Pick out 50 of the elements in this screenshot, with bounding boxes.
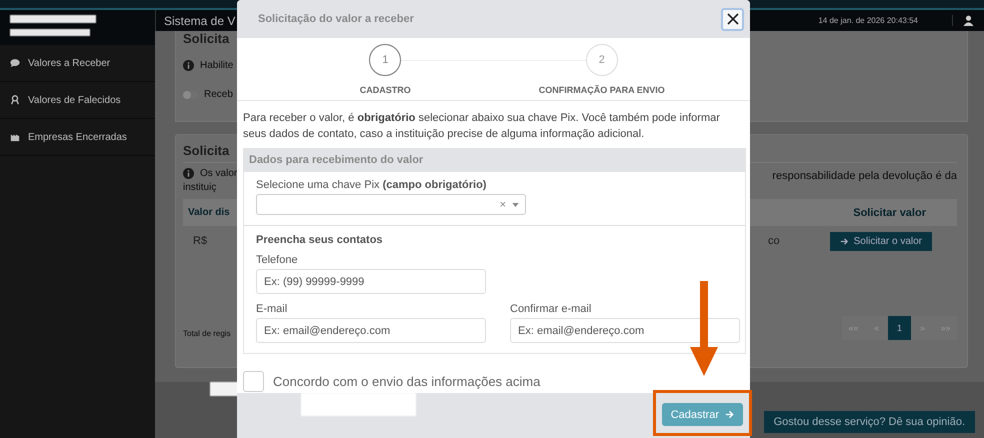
field-label: Telefone <box>256 254 299 266</box>
toggle-switch[interactable] <box>183 90 199 98</box>
step-label: CONFIRMAÇÃO PARA ENVIO <box>538 85 665 95</box>
checkbox[interactable] <box>243 371 264 392</box>
field-label: Selecione uma chave Pix (campo obrigatório) <box>256 179 488 191</box>
panel-header: Dados para recebimento do valor <box>244 149 745 172</box>
arrow-right-icon <box>840 236 849 246</box>
sidebar-item[interactable]: Empresas Encerradas <box>0 119 155 156</box>
close-button[interactable] <box>721 8 744 30</box>
input-field[interactable]: Ex: email@endereço.com <box>510 318 740 343</box>
step-circle: 1 <box>369 44 402 76</box>
redacted-bar <box>210 382 240 396</box>
column-header: Valor dis <box>188 207 230 218</box>
input-field[interactable]: Ex: (99) 99999-9999 <box>256 269 486 294</box>
clear-icon[interactable]: × <box>500 198 506 210</box>
sidebar-item[interactable]: Valores de Falecidos <box>0 82 155 119</box>
info-text: Os valor <box>200 168 238 179</box>
subsection-title: Preencha seus contatos <box>256 234 384 246</box>
step-label: CADASTRO <box>360 85 411 95</box>
table-cell: R$ <box>193 235 208 247</box>
sidebar-item[interactable]: Valores a Receber <box>0 45 155 82</box>
factory-icon <box>10 132 20 142</box>
request-value-button[interactable]: Solicitar o valor <box>830 232 932 250</box>
pix-key-select[interactable]: × <box>256 194 526 215</box>
chat-bubble-icon <box>10 58 20 68</box>
field-label: E-mail <box>256 303 288 315</box>
dialog-title: Solicitação do valor a receber <box>258 13 414 25</box>
submit-button[interactable]: Cadastrar <box>662 403 743 426</box>
record-count: Total de regis <box>183 328 231 338</box>
app-title: Sistema de V <box>164 14 236 28</box>
ribbon-icon <box>10 95 20 105</box>
table-cell: co <box>768 235 780 247</box>
caret-icon <box>512 202 519 206</box>
info-text: responsabilidade pela devolução é da <box>772 170 957 184</box>
arrow-right-icon <box>725 410 734 419</box>
toggle-label: Receb <box>204 89 233 100</box>
info-icon <box>183 168 194 179</box>
input-field[interactable]: Ex: email@endereço.com <box>256 318 486 343</box>
column-header: Solicitar valor <box>853 206 926 218</box>
info-text: instituiç <box>183 182 218 193</box>
date-time: 14 de jan. de 2026 20:43:54 <box>818 16 918 25</box>
section-title: Solicita <box>183 31 230 46</box>
info-text: Habilite <box>200 60 234 71</box>
feedback-button[interactable]: Gostou desse serviço? Dê sua opinião. <box>764 411 975 433</box>
checkbox-label: Concordo com o envio das informações acima <box>273 374 540 389</box>
step-circle: 2 <box>586 44 618 76</box>
page-button[interactable]: 1 <box>888 316 911 340</box>
field-label: Confirmar e-mail <box>510 303 592 315</box>
close-icon <box>726 13 738 25</box>
info-icon <box>183 60 194 71</box>
